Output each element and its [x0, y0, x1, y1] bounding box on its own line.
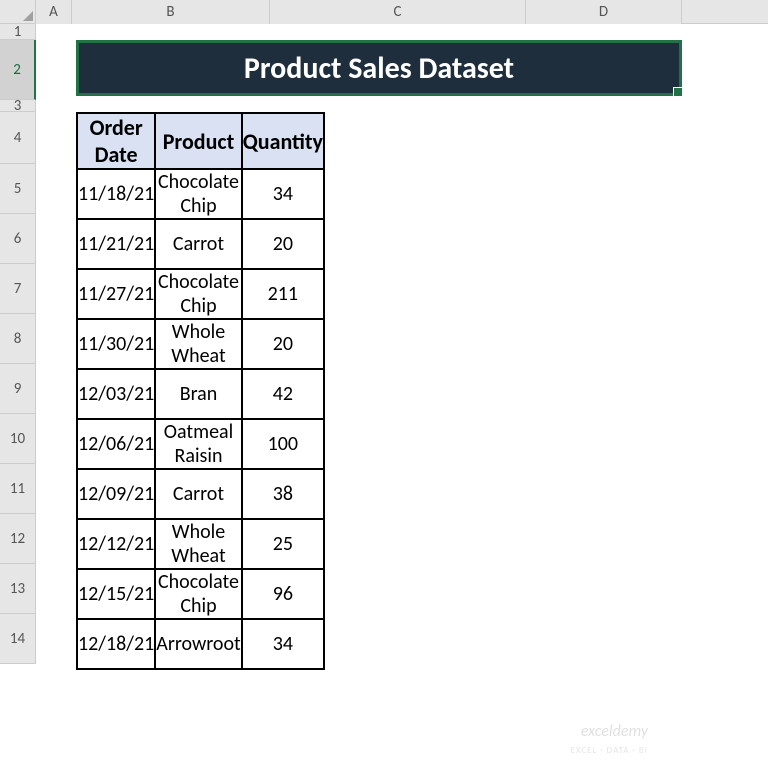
- cell-product[interactable]: Arrowroot: [155, 619, 241, 669]
- row-header-13[interactable]: 13: [0, 564, 36, 614]
- cell-product[interactable]: Chocolate Chip: [155, 269, 241, 319]
- column-headers: A B C D: [0, 0, 768, 24]
- table-row: 11/21/21 Carrot 20: [77, 219, 324, 269]
- watermark-logo: exceldemy: [581, 722, 648, 741]
- data-table: Order Date Product Quantity 11/18/21 Cho…: [76, 112, 325, 670]
- cell-qty[interactable]: 42: [242, 369, 324, 419]
- cell-qty[interactable]: 100: [242, 419, 324, 469]
- cell-date[interactable]: 12/06/21: [77, 419, 155, 469]
- row-header-14[interactable]: 14: [0, 614, 36, 664]
- cell-date[interactable]: 11/27/21: [77, 269, 155, 319]
- table-row: 12/18/21 Arrowroot 34: [77, 619, 324, 669]
- row-headers: 1 2 3 4 5 6 7 8 9 10 11 12 13 14: [0, 24, 36, 664]
- header-product[interactable]: Product: [155, 113, 241, 169]
- row-header-7[interactable]: 7: [0, 264, 36, 314]
- cell-product[interactable]: Whole Wheat: [155, 319, 241, 369]
- table-row: 12/12/21 Whole Wheat 25: [77, 519, 324, 569]
- title-merged-cell[interactable]: Product Sales Dataset: [76, 40, 682, 96]
- table-row: 12/09/21 Carrot 38: [77, 469, 324, 519]
- column-header-a[interactable]: A: [36, 0, 72, 24]
- cell-date[interactable]: 12/15/21: [77, 569, 155, 619]
- cell-qty[interactable]: 20: [242, 219, 324, 269]
- select-all-corner[interactable]: [0, 0, 36, 24]
- row-header-4[interactable]: 4: [0, 112, 36, 164]
- row-header-12[interactable]: 12: [0, 514, 36, 564]
- row-header-6[interactable]: 6: [0, 214, 36, 264]
- row-header-5[interactable]: 5: [0, 164, 36, 214]
- header-quantity[interactable]: Quantity: [242, 113, 324, 169]
- cell-qty[interactable]: 96: [242, 569, 324, 619]
- cell-date[interactable]: 11/30/21: [77, 319, 155, 369]
- cell-date[interactable]: 12/12/21: [77, 519, 155, 569]
- cell-date[interactable]: 11/21/21: [77, 219, 155, 269]
- cell-product[interactable]: Carrot: [155, 219, 241, 269]
- cell-product[interactable]: Bran: [155, 369, 241, 419]
- table-header-row: Order Date Product Quantity: [77, 113, 324, 169]
- table-row: 12/15/21 Chocolate Chip 96: [77, 569, 324, 619]
- row-header-11[interactable]: 11: [0, 464, 36, 514]
- cell-qty[interactable]: 34: [242, 169, 324, 219]
- cell-qty[interactable]: 20: [242, 319, 324, 369]
- table-row: 11/18/21 Chocolate Chip 34: [77, 169, 324, 219]
- table-row: 11/27/21 Chocolate Chip 211: [77, 269, 324, 319]
- row-header-8[interactable]: 8: [0, 314, 36, 364]
- cell-date[interactable]: 11/18/21: [77, 169, 155, 219]
- row-header-1[interactable]: 1: [0, 24, 36, 40]
- cell-product[interactable]: Chocolate Chip: [155, 169, 241, 219]
- table-row: 12/06/21 Oatmeal Raisin 100: [77, 419, 324, 469]
- row-header-9[interactable]: 9: [0, 364, 36, 414]
- header-order-date[interactable]: Order Date: [77, 113, 155, 169]
- cell-date[interactable]: 12/18/21: [77, 619, 155, 669]
- cell-qty[interactable]: 38: [242, 469, 324, 519]
- row-header-2[interactable]: 2: [0, 40, 36, 100]
- row-header-3[interactable]: 3: [0, 100, 36, 112]
- watermark-subtitle: EXCEL · DATA · BI: [571, 745, 648, 756]
- cell-date[interactable]: 12/03/21: [77, 369, 155, 419]
- row-header-10[interactable]: 10: [0, 414, 36, 464]
- cell-qty[interactable]: 211: [242, 269, 324, 319]
- cell-product[interactable]: Chocolate Chip: [155, 569, 241, 619]
- cell-qty[interactable]: 34: [242, 619, 324, 669]
- column-header-d[interactable]: D: [526, 0, 682, 24]
- column-header-c[interactable]: C: [270, 0, 526, 24]
- column-header-b[interactable]: B: [72, 0, 270, 24]
- cell-qty[interactable]: 25: [242, 519, 324, 569]
- cell-product[interactable]: Oatmeal Raisin: [155, 419, 241, 469]
- cell-date[interactable]: 12/09/21: [77, 469, 155, 519]
- cell-product[interactable]: Carrot: [155, 469, 241, 519]
- table-row: 11/30/21 Whole Wheat 20: [77, 319, 324, 369]
- cell-product[interactable]: Whole Wheat: [155, 519, 241, 569]
- table-row: 12/03/21 Bran 42: [77, 369, 324, 419]
